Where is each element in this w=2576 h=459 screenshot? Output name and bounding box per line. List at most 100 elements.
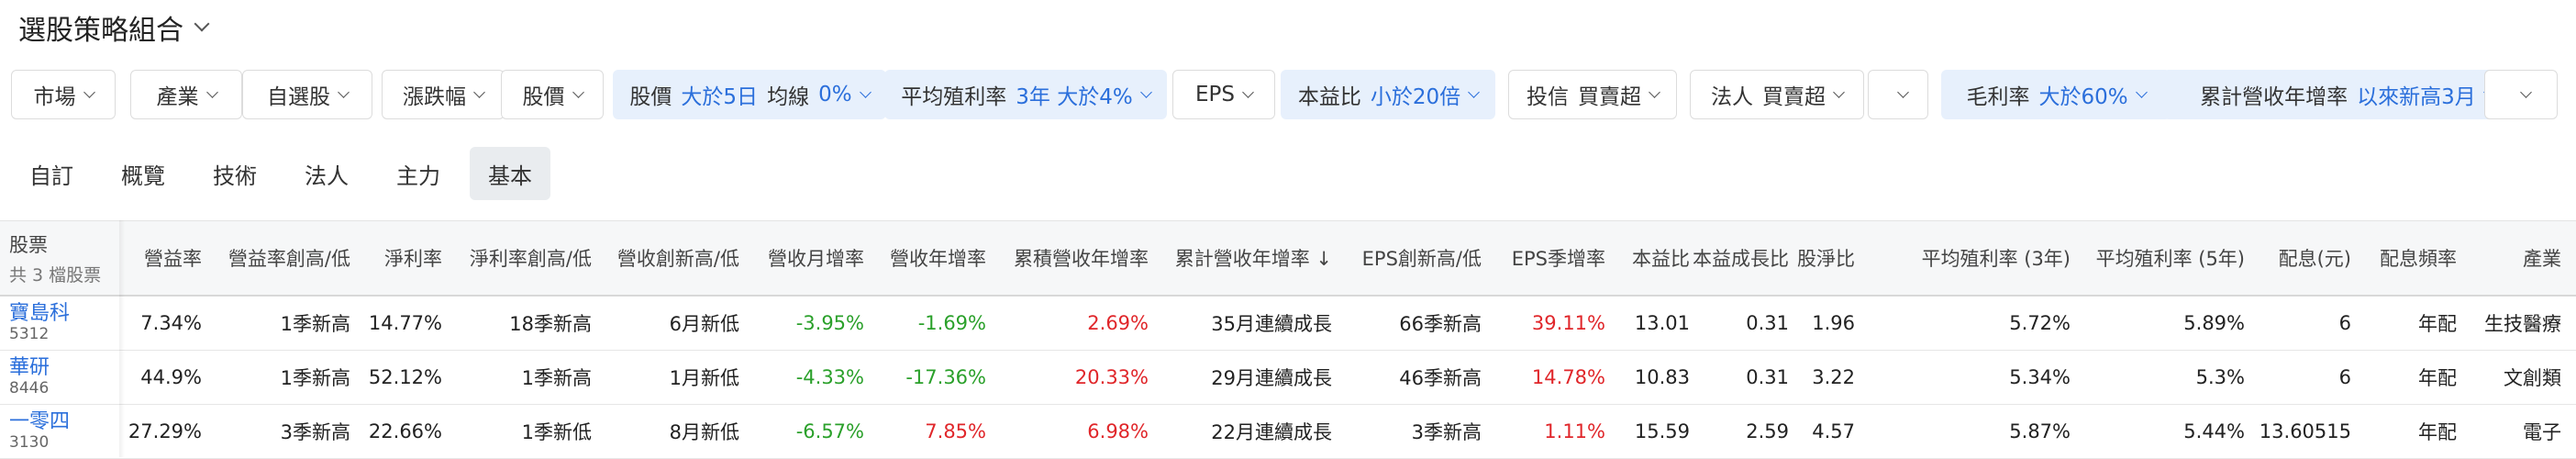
tab-5[interactable]: 基本 [470, 147, 550, 200]
column-header[interactable]: 股淨比 [1791, 221, 1855, 295]
column-header[interactable]: 累計營收年增率 ↓ [1153, 221, 1332, 295]
table-cell: -1.69% [917, 312, 986, 334]
tab-3[interactable]: 法人 [286, 147, 367, 200]
table-cell: -3.95% [795, 312, 864, 334]
filter-label-2: 均線 [767, 85, 810, 109]
stock-name-link[interactable]: 一零四 [9, 411, 70, 433]
column-header[interactable]: 產業 [2460, 221, 2561, 295]
table-cell: 生技醫療 [2484, 313, 2561, 335]
filter-chip[interactable]: 股價 大於5日 均線 0% [613, 70, 886, 119]
filter-chip[interactable]: 自選股 [242, 70, 372, 119]
chevron-down-icon [1833, 85, 1845, 98]
table-cell: 0.31 [1746, 366, 1789, 388]
table-cell: 5.34% [2009, 366, 2071, 388]
table-cell: 6月新低 [669, 313, 739, 335]
column-header[interactable]: 營收創新高/低 [593, 221, 739, 295]
view-tabs: 自訂 概覽 技術 法人 主力 基本 [11, 147, 561, 200]
table-header: 股票 共 3 檔股票 營益率 營益率創高/低 淨利率 淨利率創高/低 營收創新高/低 營收… [0, 220, 2576, 297]
page-title: 選股策略組合 [18, 15, 183, 47]
column-header[interactable]: 配息(元) [2250, 221, 2351, 295]
chevron-down-icon [1896, 85, 1909, 98]
filter-value: 3年 大於4% [1016, 85, 1133, 109]
column-header[interactable]: 營益率 [83, 221, 202, 295]
table-cell: 13.01 [1634, 312, 1690, 334]
tab-4[interactable]: 主力 [378, 147, 459, 200]
filter-chip[interactable]: 累計營收年增率 以來新高3月 [2163, 70, 2530, 119]
column-header[interactable]: 淨利率 [350, 221, 442, 295]
table-cell: 年配 [2418, 313, 2457, 335]
filter-label: 自選股 [267, 85, 330, 109]
tab-2[interactable]: 技術 [194, 147, 275, 200]
filter-label: EPS [1194, 83, 1235, 106]
stock-name-link[interactable]: 華研 [9, 357, 50, 379]
table-cell: 1.11% [1544, 420, 1605, 442]
stock-name-link[interactable]: 寶島科 [9, 303, 70, 325]
filter-chip[interactable]: 平均殖利率 3年 大於4% [884, 70, 1167, 119]
table-row[interactable]: 華研 8446 44.9% 1季新高 52.12% 1季新高 1月新低 -4.33% -17.3… [0, 351, 2576, 405]
table-cell: 18季新高 [509, 313, 592, 335]
column-header[interactable]: 本益比 [1607, 221, 1690, 295]
column-header[interactable]: 營收年增率 [867, 221, 986, 295]
column-header[interactable]: 營益率創高/低 [194, 221, 350, 295]
table-cell: 8月新低 [669, 421, 739, 443]
table-row[interactable]: 一零四 3130 27.29% 3季新高 22.66% 1季新低 8月新低 -6.57% 7.8… [0, 405, 2576, 459]
filter-chip[interactable]: EPS [1172, 70, 1275, 119]
table-cell: 27.29% [128, 420, 202, 442]
table-cell: -6.57% [795, 420, 864, 442]
table-cell: 1季新低 [521, 421, 592, 443]
column-header[interactable]: 配息頻率 [2356, 221, 2457, 295]
chevron-down-icon [205, 85, 218, 98]
column-header[interactable]: 平均殖利率 (3年) [1860, 221, 2071, 295]
chevron-down-icon [1242, 85, 1254, 98]
chevron-down-icon [194, 16, 210, 32]
column-header[interactable]: 本益成長比 [1693, 221, 1789, 295]
filter-chip[interactable]: 市場 [11, 70, 116, 119]
table-cell: -17.36% [905, 366, 986, 388]
table-cell: 年配 [2418, 421, 2457, 443]
chevron-down-icon [1468, 85, 1481, 98]
filter-chip[interactable]: 股價 [501, 70, 604, 119]
filter-label: 本益比 [1297, 85, 1361, 109]
filter-label: 市場 [33, 85, 76, 109]
table-cell: 5.87% [2009, 420, 2071, 442]
filter-chip[interactable]: 投信 買賣超 [1508, 70, 1677, 119]
table-cell: 3季新高 [280, 421, 350, 443]
tab-1[interactable]: 概覽 [103, 147, 183, 200]
column-header[interactable]: 平均殖利率 (5年) [2075, 221, 2245, 295]
chevron-down-icon [338, 85, 350, 98]
strategy-title-dropdown[interactable]: 選股策略組合 [18, 6, 210, 50]
table-cell: 52.12% [368, 366, 442, 388]
column-header[interactable]: EPS創新高/低 [1335, 221, 1482, 295]
table-cell: 39.11% [1531, 312, 1605, 334]
filter-chip[interactable]: 毛利率 大於60% [1941, 70, 2171, 119]
table-cell: 1季新高 [280, 367, 350, 389]
filter-value: 小於20倍 [1370, 85, 1461, 109]
filter-chip[interactable]: 漲跌幅 [382, 70, 505, 119]
column-header[interactable]: EPS季增率 [1486, 221, 1605, 295]
table-cell: 5.44% [2183, 420, 2245, 442]
column-header[interactable]: 累積營收年增率 [988, 221, 1149, 295]
filter-chip[interactable]: 法人 買賣超 [1690, 70, 1864, 119]
table-cell: 7.85% [925, 420, 986, 442]
filter-label-2: 買賣超 [1762, 85, 1826, 109]
filter-chip[interactable]: 產業 [130, 70, 242, 119]
table-body: 寶島科 5312 7.34% 1季新高 14.77% 18季新高 6月新低 -3.95% -1.… [0, 297, 2576, 459]
chevron-down-icon [1649, 85, 1660, 98]
filter-chip[interactable] [2484, 70, 2558, 119]
header-stock-label: 股票 [9, 233, 48, 256]
table-cell: 5.89% [2183, 312, 2245, 334]
table-cell: 7.34% [140, 312, 202, 334]
stock-table: 股票 共 3 檔股票 營益率 營益率創高/低 淨利率 淨利率創高/低 營收創新高/低 營收… [0, 220, 2576, 459]
chevron-down-icon [859, 85, 872, 98]
table-cell: 3季新高 [1411, 421, 1482, 443]
table-cell: 0.31 [1746, 312, 1789, 334]
filter-chip[interactable]: 本益比 小於20倍 [1281, 70, 1495, 119]
filter-chip[interactable] [1868, 70, 1928, 119]
column-header[interactable]: 淨利率創高/低 [445, 221, 592, 295]
chevron-down-icon [2519, 85, 2532, 98]
table-cell: 年配 [2418, 367, 2457, 389]
table-row[interactable]: 寶島科 5312 7.34% 1季新高 14.77% 18季新高 6月新低 -3.95% -1.… [0, 297, 2576, 351]
tab-0[interactable]: 自訂 [11, 147, 92, 200]
column-header[interactable]: 營收月增率 [745, 221, 864, 295]
table-cell: 44.9% [140, 366, 202, 388]
